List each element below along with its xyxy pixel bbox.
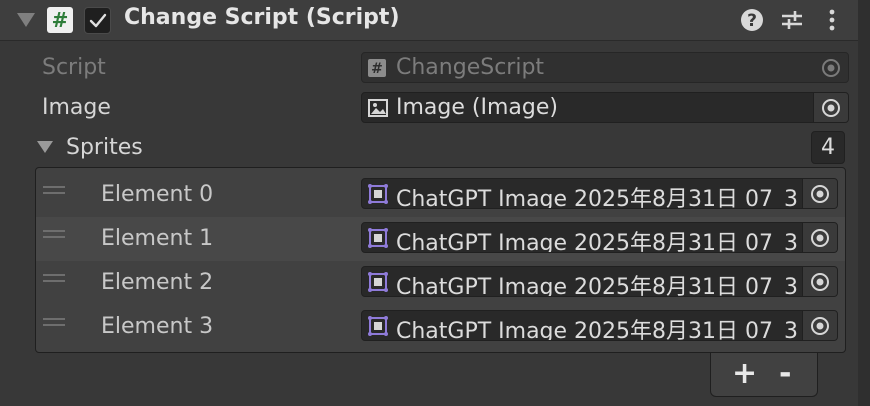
add-element-button[interactable]: + <box>732 357 757 391</box>
drag-handle-icon[interactable] <box>43 229 65 239</box>
remove-element-button[interactable]: - <box>779 357 791 391</box>
object-picker-icon[interactable] <box>802 179 837 208</box>
object-picker-icon[interactable] <box>813 93 848 122</box>
sprite-icon <box>368 184 388 208</box>
sprite-field[interactable]: ChatGPT Image 2025年8月31日 07_3 <box>361 178 838 209</box>
sprite-value: ChatGPT Image 2025年8月31日 07_3 <box>396 275 799 297</box>
object-picker-icon[interactable] <box>802 311 837 340</box>
sprite-icon <box>368 228 388 252</box>
kebab-icon[interactable] <box>820 8 844 36</box>
help-icon[interactable]: ? <box>740 8 764 36</box>
drag-handle-icon[interactable] <box>43 317 65 327</box>
enable-checkbox[interactable] <box>84 7 111 34</box>
element-label: Element 1 <box>101 226 214 251</box>
script-field: # ChangeScript <box>361 52 849 83</box>
checkmark-icon <box>89 13 107 28</box>
sprite-value: ChatGPT Image 2025年8月31日 07_3 <box>396 231 799 253</box>
script-file-icon: # <box>368 59 386 81</box>
list-item[interactable]: Element 2 ChatGPT Image 2025年8月31日 07_3 <box>36 261 845 305</box>
sprite-icon <box>368 272 388 296</box>
drag-handle-icon[interactable] <box>43 185 65 195</box>
component-header[interactable]: # Change Script (Script) ? <box>0 0 858 41</box>
element-label: Element 0 <box>101 182 214 207</box>
script-value: ChangeScript <box>396 55 545 80</box>
sprite-field[interactable]: ChatGPT Image 2025年8月31日 07_3 <box>361 310 838 341</box>
svg-text:#: # <box>371 61 383 77</box>
object-picker-icon[interactable] <box>802 267 837 296</box>
list-footer: + - <box>710 353 818 397</box>
list-item[interactable]: Element 1 ChatGPT Image 2025年8月31日 07_3 <box>36 217 845 261</box>
sprite-field[interactable]: ChatGPT Image 2025年8月31日 07_3 <box>361 266 838 297</box>
image-component-icon <box>368 99 388 121</box>
sprites-list: Element 0 ChatGPT Image 2025年8月31日 07_3 … <box>35 167 846 353</box>
sliders-icon[interactable] <box>780 8 804 36</box>
sprite-value: ChatGPT Image 2025年8月31日 07_3 <box>396 319 799 341</box>
sprites-label[interactable]: Sprites <box>66 135 143 160</box>
sprite-value: ChatGPT Image 2025年8月31日 07_3 <box>396 187 799 209</box>
drag-handle-icon[interactable] <box>43 273 65 283</box>
image-field[interactable]: Image (Image) <box>361 92 849 123</box>
list-item[interactable]: Element 3 ChatGPT Image 2025年8月31日 07_3 <box>36 305 845 349</box>
sprite-field[interactable]: ChatGPT Image 2025年8月31日 07_3 <box>361 222 838 253</box>
object-picker-icon[interactable] <box>802 223 837 252</box>
svg-text:?: ? <box>747 11 757 31</box>
image-value: Image (Image) <box>396 95 558 120</box>
hash-icon: # <box>47 7 73 33</box>
sprites-foldout-arrow-icon[interactable] <box>37 141 53 153</box>
object-picker-icon <box>814 53 848 82</box>
scrollbar-track[interactable] <box>858 0 870 406</box>
element-label: Element 3 <box>101 314 214 339</box>
list-item[interactable]: Element 0 ChatGPT Image 2025年8月31日 07_3 <box>36 173 845 217</box>
image-label: Image <box>42 95 111 120</box>
foldout-arrow-icon[interactable] <box>17 13 35 27</box>
element-label: Element 2 <box>101 270 214 295</box>
sprites-size-field[interactable]: 4 <box>811 131 845 164</box>
script-label: Script <box>42 55 106 80</box>
sprite-icon <box>368 316 388 340</box>
component-title: Change Script (Script) <box>124 5 400 30</box>
inspector-panel: # Change Script (Script) ? Script # Chan… <box>0 0 870 406</box>
